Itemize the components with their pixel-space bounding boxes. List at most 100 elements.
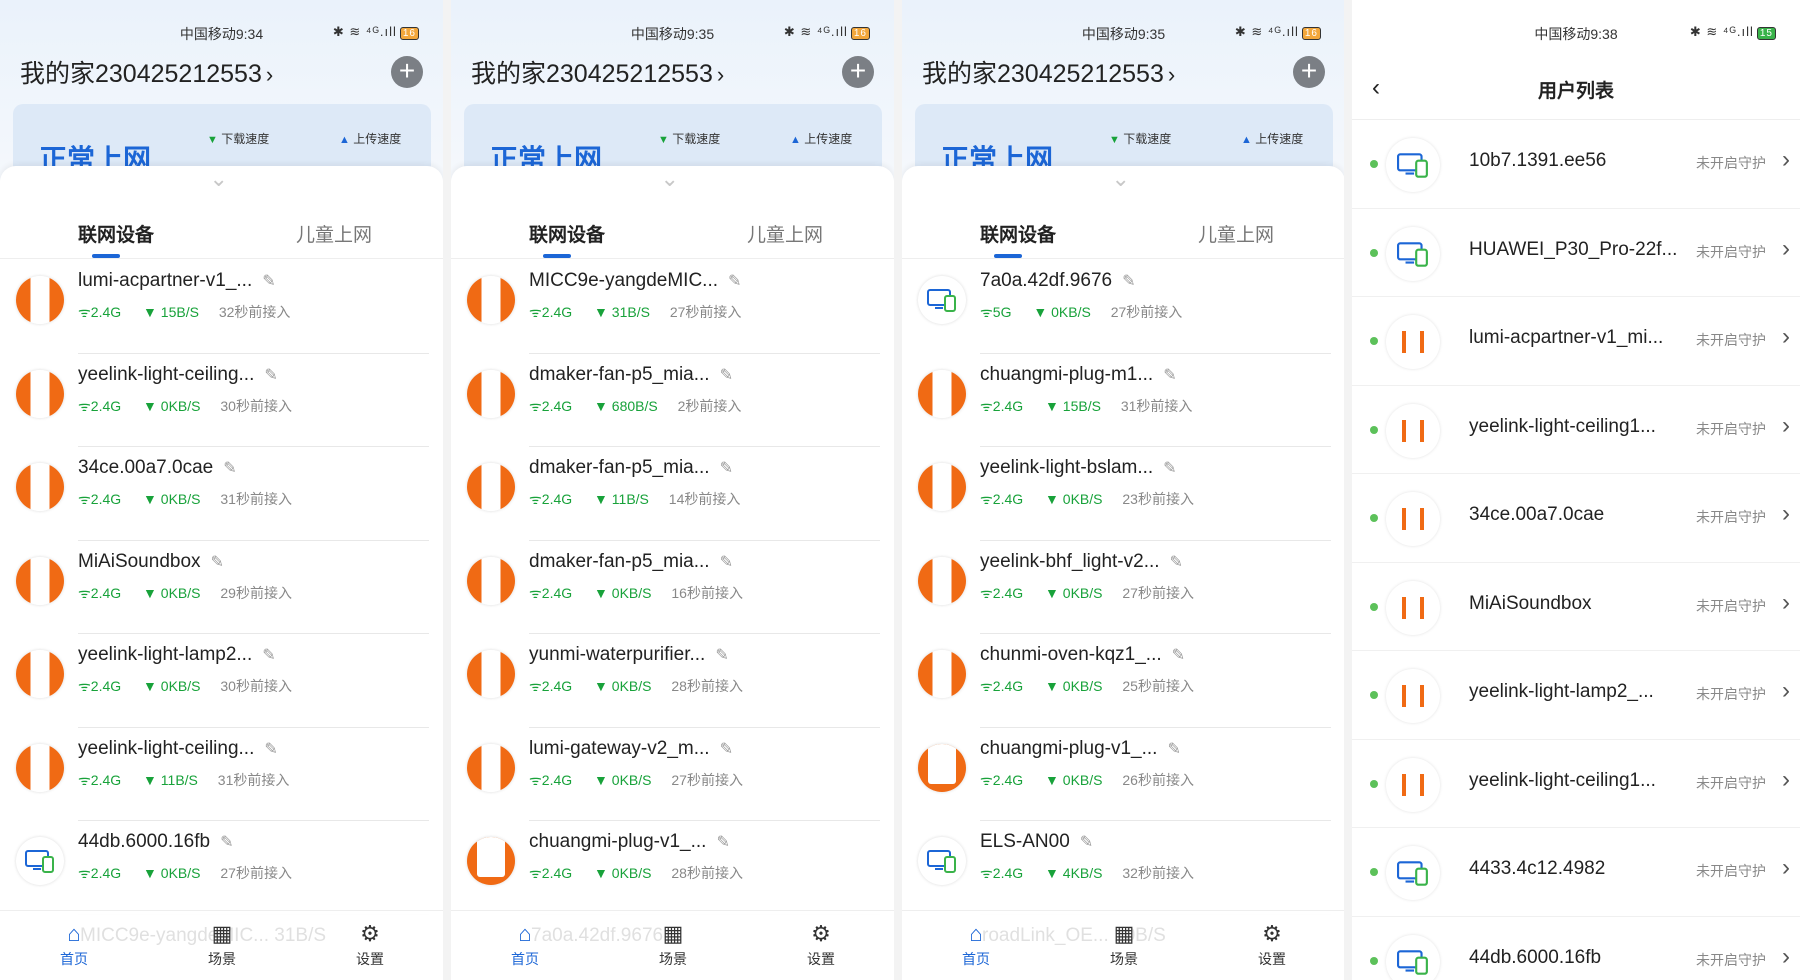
bottom-nav: roadLink_OE... 10B/S ⌂ 首页 ▦ 场景 ⚙ 设置 [902, 910, 1345, 980]
home-selector[interactable]: 我的家230425212553 › + [20, 54, 423, 94]
device-row[interactable]: dmaker-fan-p5_mia... ✎ ᯤ2.4G ▼ 680B/S 2秒前… [451, 354, 894, 447]
edit-icon[interactable]: ✎ [262, 273, 275, 290]
edit-icon[interactable]: ✎ [1163, 460, 1176, 477]
device-row[interactable]: chunmi-oven-kqz1_... ✎ ᯤ2.4G ▼ 0KB/S 25秒前… [902, 634, 1345, 728]
edit-icon[interactable]: ✎ [720, 367, 733, 384]
user-row[interactable]: 44db.6000.16fb 未开启守护 › [1352, 917, 1800, 980]
wifi-band: ᯤ2.4G [78, 491, 122, 507]
user-row[interactable]: yeelink-light-lamp2_... 未开启守护 › [1352, 651, 1800, 740]
collapse-chevron-icon[interactable]: ⌄ [661, 168, 679, 190]
smart-device-icon [1386, 492, 1440, 546]
tab-kids[interactable]: 儿童上网 [1198, 220, 1274, 247]
user-row[interactable]: 34ce.00a7.0cae 未开启守护 › [1352, 474, 1800, 563]
device-name: yeelink-light-lamp2... [78, 644, 253, 665]
home-selector[interactable]: 我的家230425212553 › + [922, 54, 1325, 94]
device-row[interactable]: dmaker-fan-p5_mia... ✎ ᯤ2.4G ▼ 11B/S 14秒前… [451, 447, 894, 541]
online-dot [1370, 160, 1378, 168]
online-dot [1370, 425, 1378, 434]
user-row[interactable]: 4433.4c12.4982 未开启守护 › [1352, 828, 1800, 917]
user-row[interactable]: lumi-acpartner-v1_mi... 未开启守护 › [1352, 297, 1800, 386]
edit-icon[interactable]: ✎ [211, 554, 224, 571]
device-row[interactable]: 7a0a.42df.9676 ✎ ᯤ5G ▼ 0KB/S 27秒前接入 [902, 260, 1345, 354]
device-row[interactable]: yeelink-bhf_light-v2... ✎ ᯤ2.4G ▼ 0KB/S 2… [902, 541, 1345, 634]
nav-scene[interactable]: ▦ 场景 [643, 921, 703, 969]
tab-kids[interactable]: 儿童上网 [296, 220, 372, 247]
device-speed: ▼ 0KB/S [143, 865, 201, 881]
edit-icon[interactable]: ✎ [220, 834, 233, 851]
nav-settings[interactable]: ⚙ 设置 [340, 921, 400, 969]
device-speed: ▼ 31B/S [594, 304, 650, 320]
nav-scene[interactable]: ▦ 场景 [1094, 921, 1154, 969]
device-row[interactable]: 34ce.00a7.0cae ✎ ᯤ2.4G ▼ 0KB/S 31秒前接入 [0, 447, 443, 541]
device-row[interactable]: chuangmi-plug-m1... ✎ ᯤ2.4G ▼ 15B/S 31秒前接… [902, 354, 1345, 447]
device-row[interactable]: chuangmi-plug-v1_... ✎ ᯤ2.4G ▼ 0KB/S 28秒前… [451, 821, 894, 915]
device-row[interactable]: MICC9e-yangdeMIC... ✎ ᯤ2.4G ▼ 31B/S 27秒前接… [451, 260, 894, 354]
smart-device-icon [467, 556, 515, 605]
edit-icon[interactable]: ✎ [720, 460, 733, 477]
nav-home[interactable]: ⌂ 首页 [44, 921, 104, 969]
user-name: HUAWEI_P30_Pro-22f... [1469, 238, 1678, 260]
edit-icon[interactable]: ✎ [223, 460, 236, 477]
device-row[interactable]: lumi-gateway-v2_m... ✎ ᯤ2.4G ▼ 0KB/S 27秒前… [451, 728, 894, 821]
edit-icon[interactable]: ✎ [1122, 273, 1135, 290]
device-row[interactable]: dmaker-fan-p5_mia... ✎ ᯤ2.4G ▼ 0KB/S 16秒前… [451, 541, 894, 634]
edit-icon[interactable]: ✎ [264, 741, 277, 758]
device-row[interactable]: yeelink-light-ceiling... ✎ ᯤ2.4G ▼ 0KB/S … [0, 354, 443, 447]
device-row[interactable]: yunmi-waterpurifier... ✎ ᯤ2.4G ▼ 0KB/S 28… [451, 634, 894, 728]
chevron-right-icon: › [1782, 234, 1790, 262]
add-button[interactable]: + [391, 56, 423, 88]
edit-icon[interactable]: ✎ [716, 834, 729, 851]
device-row[interactable]: lumi-acpartner-v1_... ✎ ᯤ2.4G ▼ 15B/S 32秒… [0, 260, 443, 354]
edit-icon[interactable]: ✎ [1080, 834, 1093, 851]
nav-settings[interactable]: ⚙ 设置 [791, 921, 851, 969]
user-row[interactable]: 10b7.1391.ee56 未开启守护 › [1352, 120, 1800, 209]
user-row[interactable]: yeelink-light-ceiling1... 未开启守护 › [1352, 386, 1800, 474]
edit-icon[interactable]: ✎ [1167, 741, 1180, 758]
device-row[interactable]: yeelink-light-ceiling... ✎ ᯤ2.4G ▼ 11B/S … [0, 728, 443, 821]
device-row[interactable]: yeelink-light-lamp2... ✎ ᯤ2.4G ▼ 0KB/S 30… [0, 634, 443, 728]
nav-settings[interactable]: ⚙ 设置 [1242, 921, 1302, 969]
tab-devices[interactable]: 联网设备 [529, 220, 605, 247]
tab-devices[interactable]: 联网设备 [78, 220, 154, 247]
tab-devices[interactable]: 联网设备 [980, 220, 1056, 247]
edit-icon[interactable]: ✎ [1163, 367, 1176, 384]
connect-time: 27秒前接入 [669, 304, 742, 320]
nav-scene[interactable]: ▦ 场景 [192, 921, 252, 969]
smart-device-icon [16, 369, 64, 418]
collapse-chevron-icon[interactable]: ⌄ [210, 168, 228, 190]
wifi-band: ᯤ2.4G [78, 397, 122, 414]
edit-icon[interactable]: ✎ [720, 554, 733, 571]
smart-device-icon [16, 556, 64, 605]
user-row[interactable]: MiAiSoundbox 未开启守护 › [1352, 563, 1800, 651]
collapse-chevron-icon[interactable]: ⌄ [1112, 168, 1130, 190]
wifi-band: ᯤ2.4G [980, 678, 1024, 694]
device-row[interactable]: yeelink-light-bslam... ✎ ᯤ2.4G ▼ 0KB/S 23… [902, 447, 1345, 541]
nav-home[interactable]: ⌂ 首页 [495, 921, 555, 969]
edit-icon[interactable]: ✎ [262, 647, 275, 664]
guard-status: 未开启守护 [1696, 509, 1766, 525]
device-row[interactable]: ELS-AN00 ✎ ᯤ2.4G ▼ 4KB/S 32秒前接入 [902, 821, 1345, 915]
user-row[interactable]: HUAWEI_P30_Pro-22f... 未开启守护 › [1352, 209, 1800, 297]
device-row[interactable]: MiAiSoundbox ✎ ᯤ2.4G ▼ 0KB/S 29秒前接入 [0, 541, 443, 634]
nav-home[interactable]: ⌂ 首页 [946, 921, 1006, 969]
tab-kids[interactable]: 儿童上网 [747, 220, 823, 247]
wifi-band: ᯤ2.4G [529, 584, 573, 601]
edit-icon[interactable]: ✎ [720, 741, 733, 758]
add-button[interactable]: + [1293, 56, 1325, 88]
tab-bar: 联网设备 儿童上网 [0, 220, 443, 260]
edit-icon[interactable]: ✎ [264, 367, 277, 384]
home-screen: 中国移动9:34 ✱ ≋ ⁴ᴳ.ıll 16 我的家230425212553 › +… [0, 0, 443, 980]
edit-icon[interactable]: ✎ [715, 647, 728, 664]
home-selector[interactable]: 我的家230425212553 › + [471, 54, 874, 94]
edit-icon[interactable]: ✎ [728, 273, 741, 290]
device-row[interactable]: chuangmi-plug-v1_... ✎ ᯤ2.4G ▼ 0KB/S 26秒前… [902, 728, 1345, 821]
chevron-right-icon: › [1782, 765, 1790, 793]
edit-icon[interactable]: ✎ [1170, 554, 1183, 571]
device-row[interactable]: 44db.6000.16fb ✎ ᯤ2.4G ▼ 0KB/S 27秒前接入 [0, 821, 443, 915]
device-speed: ▼ 0KB/S [594, 584, 652, 601]
edit-icon[interactable]: ✎ [1172, 647, 1185, 664]
wifi-band: ᯤ2.4G [78, 304, 122, 320]
device-list: lumi-acpartner-v1_... ✎ ᯤ2.4G ▼ 15B/S 32秒… [0, 260, 443, 915]
user-row[interactable]: yeelink-light-ceiling1... 未开启守护 › [1352, 740, 1800, 828]
add-button[interactable]: + [842, 56, 874, 88]
